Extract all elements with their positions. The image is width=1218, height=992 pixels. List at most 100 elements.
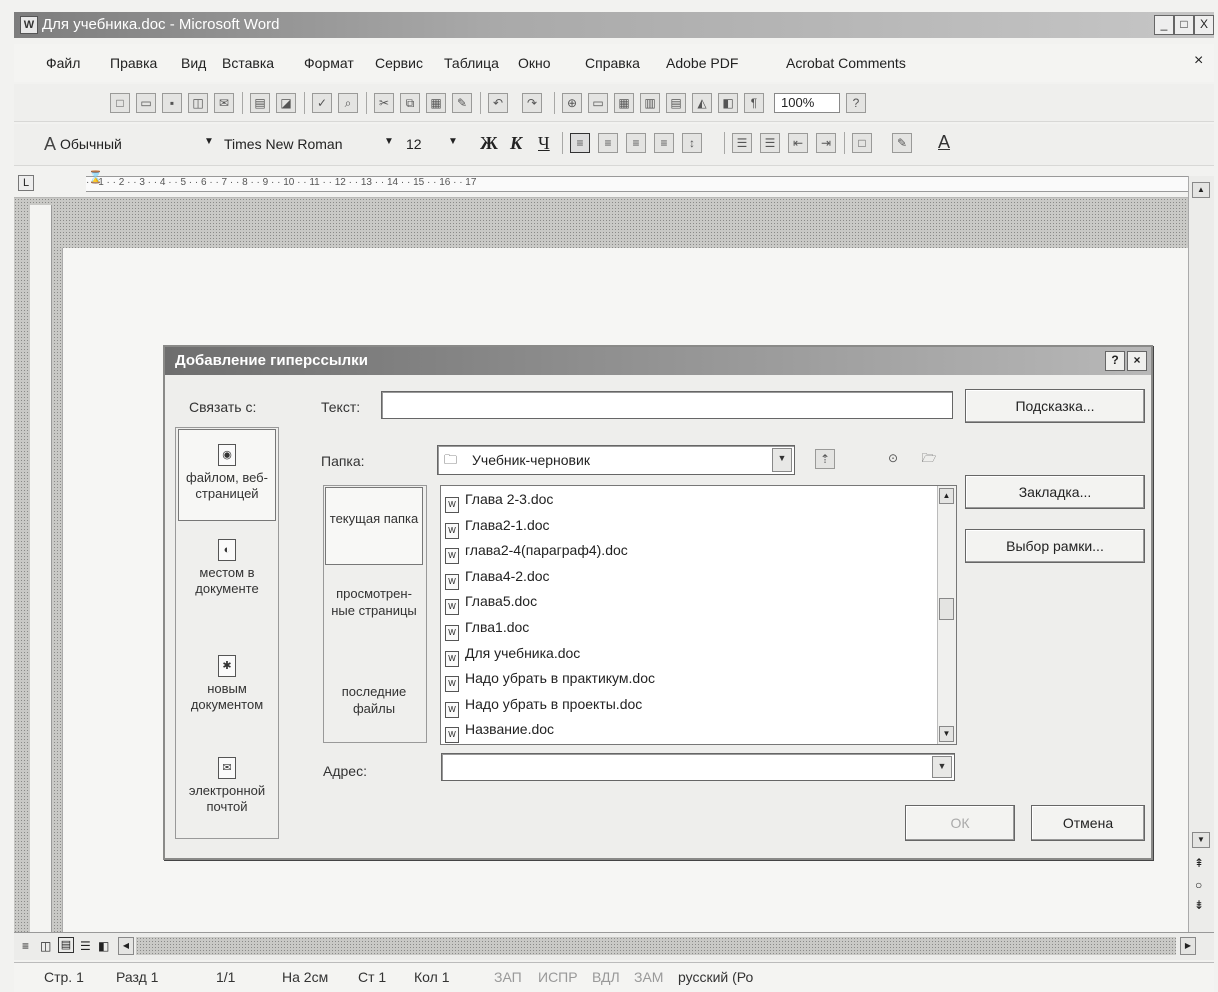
folder-dropdown[interactable]: 🗀 Учебник-черновик ▼	[437, 445, 795, 475]
numbering-icon[interactable]: ☰	[732, 133, 752, 153]
tab-selector[interactable]: L	[18, 175, 34, 191]
folder-dropdown-arrow-icon[interactable]: ▼	[772, 448, 792, 472]
menu-adobe-pdf[interactable]: Adobe PDF	[666, 55, 738, 71]
first-line-indent-marker[interactable]: ⌛	[88, 170, 103, 184]
increase-indent-icon[interactable]: ⇥	[816, 133, 836, 153]
status-trk[interactable]: ИСПР	[538, 969, 578, 985]
target-frame-button[interactable]: Выбор рамки...	[965, 529, 1145, 563]
status-ext[interactable]: ВДЛ	[592, 969, 620, 985]
browse-object-icon[interactable]: ○	[1195, 878, 1202, 892]
next-page-icon[interactable]: ⇟	[1194, 898, 1204, 912]
list-item[interactable]: W Название.doc	[445, 718, 554, 743]
undo-icon[interactable]: ↶	[488, 93, 508, 113]
ok-button[interactable]: ОК	[905, 805, 1015, 841]
font-dropdown-arrow-icon[interactable]: ▼	[384, 136, 394, 147]
list-item[interactable]: W Глва1.doc	[445, 616, 529, 641]
menu-edit[interactable]: Правка	[110, 55, 157, 71]
menu-format[interactable]: Формат	[304, 55, 354, 71]
font-combo[interactable]: Times New Roman	[224, 136, 343, 152]
screentip-button[interactable]: Подсказка...	[965, 389, 1145, 423]
italic-button[interactable]: К	[510, 133, 522, 154]
research-icon[interactable]: ⌕	[338, 93, 358, 113]
font-color-icon[interactable]: A	[938, 132, 950, 153]
menu-file[interactable]: Файл	[46, 55, 80, 71]
print-layout-icon[interactable]: ▤	[58, 937, 74, 953]
word-app-icon[interactable]: W	[20, 16, 38, 34]
outline-view-icon[interactable]: ☰	[80, 939, 91, 953]
file-list[interactable]: W Глава 2-3.doc W Глава2-1.doc Wглава2-4(п…	[440, 485, 957, 745]
file-list-scroll-up-icon[interactable]: ▲	[939, 488, 954, 504]
redo-icon[interactable]: ↷	[522, 93, 542, 113]
bold-button[interactable]: Ж	[480, 133, 498, 154]
vertical-scrollbar[interactable]: ▲ ▼ ⇞ ○ ⇟	[1188, 176, 1214, 936]
align-right-icon[interactable]: ≡	[626, 133, 646, 153]
style-combo[interactable]: Обычный	[60, 136, 122, 152]
menu-window[interactable]: Окно	[518, 55, 551, 71]
normal-view-icon[interactable]: ≡	[22, 939, 29, 953]
scroll-right-icon[interactable]: ▶	[1180, 937, 1196, 955]
scroll-up-icon[interactable]: ▲	[1192, 182, 1210, 198]
list-item[interactable]: W Глава2-1.doc	[445, 514, 550, 539]
list-item[interactable]: W Глава4-2.doc	[445, 565, 550, 590]
current-folder-button[interactable]: текущая папка	[325, 487, 423, 565]
justify-icon[interactable]: ≡	[654, 133, 674, 153]
menu-view[interactable]: Вид	[181, 55, 206, 71]
open-icon[interactable]: ▭	[136, 93, 156, 113]
scroll-down-icon[interactable]: ▼	[1192, 832, 1210, 848]
size-dropdown-arrow-icon[interactable]: ▼	[448, 136, 458, 147]
dialog-close-button[interactable]: ×	[1127, 351, 1147, 371]
file-list-scrollbar[interactable]: ▲ ▼	[937, 486, 956, 744]
line-spacing-icon[interactable]: ↕	[682, 133, 702, 153]
zoom-combo[interactable]: 100%	[774, 93, 840, 113]
cancel-button[interactable]: Отмена	[1031, 805, 1145, 841]
recent-files-button[interactable]: последние файлы	[325, 683, 423, 733]
tables-borders-icon[interactable]: ▭	[588, 93, 608, 113]
list-item[interactable]: W Для учебника.doc	[445, 642, 580, 667]
browsed-pages-button[interactable]: просмотрен-ные страницы	[325, 585, 423, 655]
format-painter-icon[interactable]: ✎	[452, 93, 472, 113]
bullets-icon[interactable]: ☰	[760, 133, 780, 153]
horizontal-ruler[interactable]: L · · 1 · · 2 · · 3 · · 4 · · 5 · · 6 · …	[14, 168, 1214, 198]
status-rec[interactable]: ЗАП	[494, 969, 522, 985]
borders-icon[interactable]: □	[852, 133, 872, 153]
help-icon[interactable]: ?	[846, 93, 866, 113]
highlight-icon[interactable]: ✎	[892, 133, 912, 153]
list-item[interactable]: W Глава 2-3.doc	[445, 488, 553, 513]
horizontal-scroll-track[interactable]	[136, 937, 1176, 955]
drawing-icon[interactable]: ◭	[692, 93, 712, 113]
list-item[interactable]: W Надо убрать в проекты.doc	[445, 693, 642, 718]
copy-icon[interactable]: ⧉	[400, 93, 420, 113]
list-item[interactable]: Wглава2-4(параграф4).doc	[445, 539, 628, 564]
insert-table-icon[interactable]: ▦	[614, 93, 634, 113]
document-map-icon[interactable]: ◧	[718, 93, 738, 113]
link-existing-file-button[interactable]: ◉ файлом, веб-страницей	[178, 429, 276, 521]
paste-icon[interactable]: ▦	[426, 93, 446, 113]
dialog-help-button[interactable]: ?	[1105, 351, 1125, 371]
address-dropdown-arrow-icon[interactable]: ▼	[932, 756, 952, 778]
scroll-left-icon[interactable]: ◀	[118, 937, 134, 955]
vertical-ruler[interactable]	[30, 205, 52, 935]
show-hide-icon[interactable]: ¶	[744, 93, 764, 113]
reading-layout-icon[interactable]: ◧	[98, 939, 109, 953]
cut-icon[interactable]: ✂	[374, 93, 394, 113]
document-close-icon[interactable]: ×	[1194, 52, 1203, 70]
email-icon[interactable]: ✉	[214, 93, 234, 113]
menu-help[interactable]: Справка	[585, 55, 640, 71]
menu-insert[interactable]: Вставка	[222, 55, 274, 71]
hyperlink-icon[interactable]: ⊕	[562, 93, 582, 113]
permission-icon[interactable]: ◫	[188, 93, 208, 113]
file-list-scroll-thumb[interactable]	[939, 598, 954, 620]
web-layout-icon[interactable]: ◫	[40, 939, 51, 953]
spelling-icon[interactable]: ✓	[312, 93, 332, 113]
status-ovr[interactable]: ЗАМ	[634, 969, 663, 985]
link-new-document-button[interactable]: ✱ новым документом	[178, 655, 276, 725]
link-email-button[interactable]: ✉ электронной почтой	[178, 757, 276, 829]
list-item[interactable]: W Надо убрать в практикум.doc	[445, 667, 655, 692]
menu-table[interactable]: Таблица	[444, 55, 499, 71]
browse-web-icon[interactable]: ⊙	[883, 449, 903, 469]
address-input[interactable]: ▼	[441, 753, 955, 781]
previous-page-icon[interactable]: ⇞	[1194, 856, 1204, 870]
browse-file-icon[interactable]: 🗁	[919, 449, 939, 469]
font-size-combo[interactable]: 12	[406, 136, 422, 152]
align-left-icon[interactable]: ≡	[570, 133, 590, 153]
